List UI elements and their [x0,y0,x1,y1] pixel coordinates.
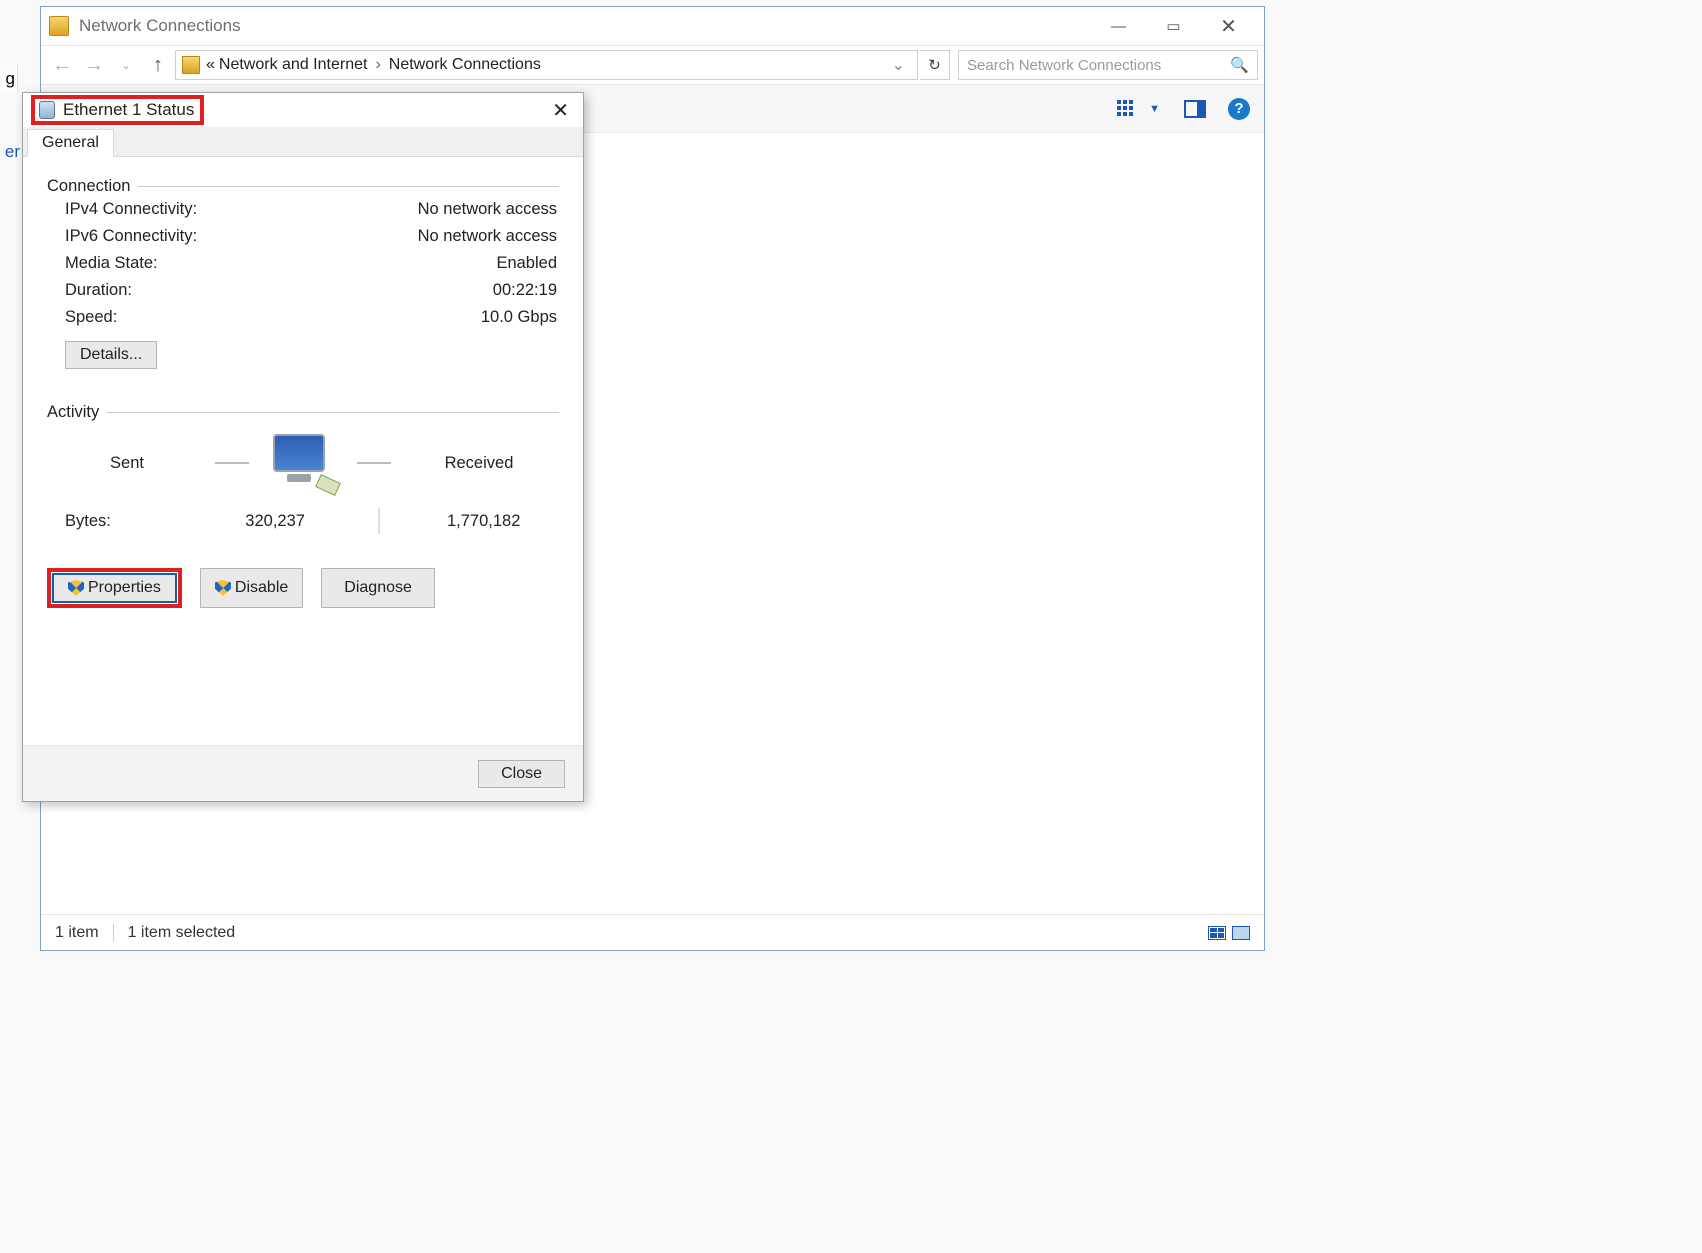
row-media: Media State: Enabled [47,250,559,277]
button-label: Disable [235,579,288,597]
thumbnails-view-button[interactable] [1232,926,1250,940]
value: 10.0 Gbps [357,308,557,327]
label: Speed: [65,308,245,327]
status-selected-count: 1 item selected [128,924,236,942]
value: Enabled [357,254,557,273]
maximize-button[interactable]: ▭ [1146,11,1201,41]
label: IPv4 Connectivity: [65,200,245,219]
title-bar[interactable]: Network Connections — ▭ ✕ [41,7,1264,45]
group-activity: Activity [47,403,559,422]
bytes-label: Bytes: [65,512,202,531]
folder-icon [182,56,200,74]
nav-bar: ← → ⌄ ↑ « Network and Internet › Network… [41,45,1264,85]
label: IPv6 Connectivity: [65,227,245,246]
address-bar[interactable]: « Network and Internet › Network Connect… [175,50,918,80]
search-box[interactable]: Search Network Connections 🔍 [958,50,1258,80]
preview-pane-button[interactable] [1184,100,1206,118]
app-icon [49,16,69,36]
cropped-text: g [0,65,18,93]
close-window-button[interactable]: ✕ [1201,11,1256,41]
details-view-button[interactable] [1208,926,1226,940]
dialog-body: Connection IPv4 Connectivity: No network … [23,157,583,745]
diagnose-button[interactable]: Diagnose [321,568,435,608]
ethernet-status-dialog: Ethernet 1 Status ✕ General Connection I… [22,92,584,802]
breadcrumb-item[interactable]: Network Connections [385,56,545,74]
value: No network access [357,200,557,219]
search-placeholder: Search Network Connections [967,57,1161,74]
view-options-button[interactable]: ▼ [1117,100,1160,118]
row-ipv6: IPv6 Connectivity: No network access [47,223,559,250]
dialog-footer: Close [23,745,583,801]
shield-icon [215,580,231,596]
row-speed: Speed: 10.0 Gbps [47,304,559,331]
value: No network access [357,227,557,246]
received-label: Received [409,454,549,473]
chevron-down-icon: ▼ [1149,103,1160,115]
properties-highlight: Properties [47,568,182,608]
group-connection: Connection [47,177,559,196]
minimize-button[interactable]: — [1091,11,1146,41]
address-dropdown[interactable]: ⌄ [886,55,911,75]
close-button[interactable]: Close [478,760,565,788]
group-label: Activity [47,403,107,422]
details-button[interactable]: Details... [65,341,157,369]
grid-icon [1117,100,1139,118]
disable-button[interactable]: Disable [200,568,303,608]
dialog-close-button[interactable]: ✕ [546,98,575,123]
shield-icon [68,580,84,596]
refresh-button[interactable]: ↻ [920,50,950,80]
button-label: Properties [88,579,161,597]
bytes-row: Bytes: 320,237 1,770,182 [47,492,559,534]
row-duration: Duration: 00:22:19 [47,277,559,304]
action-buttons: Properties Disable Diagnose [47,568,559,608]
ethernet-icon [39,101,55,119]
back-button[interactable]: ← [47,50,77,80]
tab-strip: General [23,127,583,157]
window-title: Network Connections [79,16,241,36]
breadcrumb-prefix: « [206,56,215,74]
dialog-title-highlight: Ethernet 1 Status [31,95,204,125]
breadcrumb-item[interactable]: Network and Internet [215,56,372,74]
breadcrumb-separator: › [371,56,384,74]
properties-button[interactable]: Properties [53,574,176,602]
help-button[interactable]: ? [1228,98,1250,120]
row-ipv4: IPv4 Connectivity: No network access [47,196,559,223]
up-button[interactable]: ↑ [143,50,173,80]
sent-label: Sent [57,454,197,473]
status-bar: 1 item 1 item selected [41,914,1264,950]
label: Duration: [65,281,245,300]
monitor-icon [267,434,339,492]
cropped-text: er [0,138,20,166]
forward-button[interactable]: → [79,50,109,80]
recent-dropdown[interactable]: ⌄ [111,50,141,80]
dialog-titlebar[interactable]: Ethernet 1 Status ✕ [23,93,583,127]
group-label: Connection [47,177,138,196]
status-item-count: 1 item [55,924,99,942]
bytes-received-value: 1,770,182 [410,512,557,531]
tab-general[interactable]: General [27,129,114,157]
label: Media State: [65,254,245,273]
bytes-sent-value: 320,237 [202,512,349,531]
activity-graphic: Sent Received [47,434,559,492]
value: 00:22:19 [357,281,557,300]
dialog-title: Ethernet 1 Status [63,100,194,120]
search-icon: 🔍 [1230,56,1249,74]
